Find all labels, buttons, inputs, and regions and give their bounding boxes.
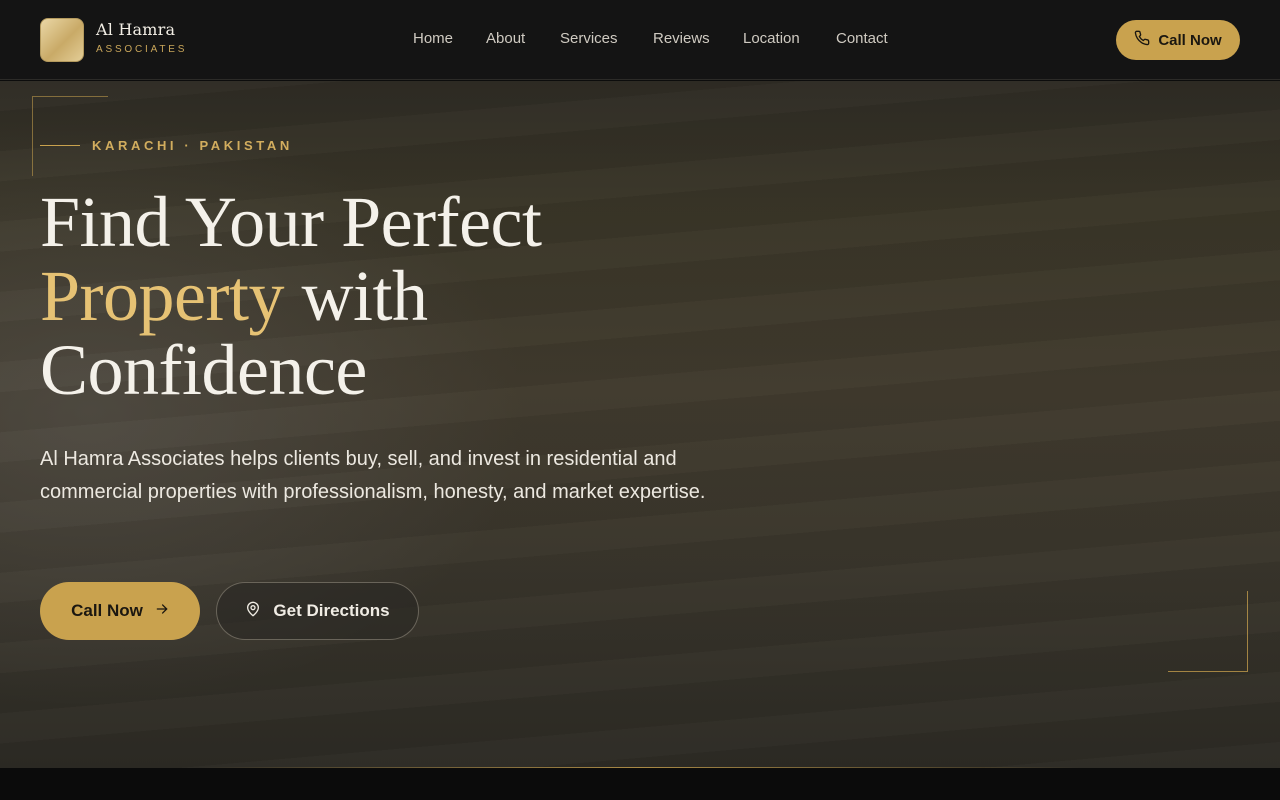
nav-contact[interactable]: Contact	[836, 30, 888, 47]
nav-home[interactable]: Home	[413, 30, 453, 47]
decorative-corner-top-left	[32, 96, 108, 176]
site-header: Al Hamra ASSOCIATES Home About Services …	[0, 0, 1280, 80]
get-directions-label: Get Directions	[273, 601, 390, 620]
nav-about[interactable]: About	[486, 30, 525, 47]
next-section-edge	[0, 768, 1280, 800]
eyebrow-divider	[40, 145, 80, 146]
headline-line-3: Confidence	[40, 330, 367, 410]
nav-location[interactable]: Location	[743, 30, 800, 47]
arrow-right-icon	[155, 601, 169, 621]
headline-line-2-rest: with	[283, 256, 428, 336]
hero-eyebrow: KARACHI · PAKISTAN	[92, 138, 293, 153]
headline-accent: Property	[40, 256, 284, 336]
call-now-button[interactable]: Call Now	[40, 582, 200, 640]
phone-icon	[1134, 30, 1150, 50]
get-directions-button[interactable]: Get Directions	[216, 582, 419, 640]
hero-description: Al Hamra Associates helps clients buy, s…	[40, 448, 706, 503]
hero-headline: Find Your Perfect Property with Confiden…	[40, 185, 740, 407]
nav-services[interactable]: Services	[560, 30, 618, 47]
landing-page: Al Hamra ASSOCIATES Home About Services …	[0, 0, 1280, 800]
main-nav: Home About Services Reviews Location Con…	[0, 30, 1280, 50]
header-call-button[interactable]: Call Now	[1116, 20, 1240, 60]
nav-reviews[interactable]: Reviews	[653, 30, 710, 47]
call-now-label: Call Now	[71, 601, 143, 620]
header-call-label: Call Now	[1158, 31, 1222, 49]
decorative-corner-bottom-right	[1168, 591, 1248, 672]
headline-line-1: Find Your Perfect	[40, 182, 542, 262]
hero-section: KARACHI · PAKISTAN Find Your Perfect Pro…	[0, 81, 1280, 768]
map-pin-icon	[245, 601, 261, 622]
